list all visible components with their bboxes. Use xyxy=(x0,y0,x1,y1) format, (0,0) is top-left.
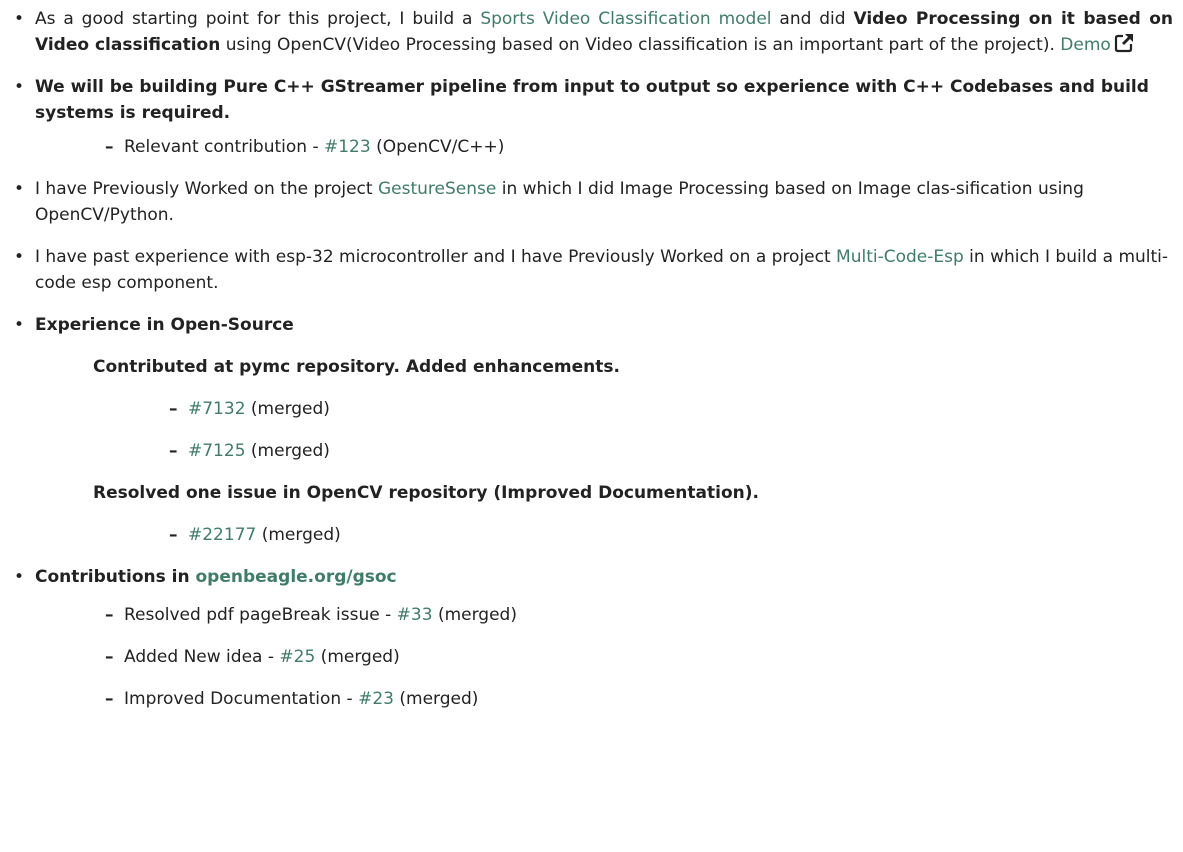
text: (merged) xyxy=(256,525,341,545)
text: (OpenCV/C++) xyxy=(370,137,505,157)
pr-33-link[interactable]: #33 xyxy=(397,605,433,625)
gesturesense-link[interactable]: GestureSense xyxy=(378,179,496,199)
pr-7132-link[interactable]: #7132 xyxy=(188,399,246,419)
pr-123-link[interactable]: #123 xyxy=(324,137,371,157)
text: and did xyxy=(771,9,854,29)
dash: – xyxy=(169,399,178,419)
text: (merged) xyxy=(393,689,479,709)
bullet: • xyxy=(14,9,25,29)
external-link-icon[interactable] xyxy=(1114,33,1134,53)
pr-7125-link[interactable]: #7125 xyxy=(188,441,246,461)
sub-heading: Contributed at pymc repository. Added en… xyxy=(93,357,620,377)
pr-23-link[interactable]: #23 xyxy=(358,689,394,709)
sub-list-item: – Resolved pdf pageBreak issue - #33 (me… xyxy=(105,602,1173,628)
dash: – xyxy=(105,137,114,157)
list-item: • I have past experience with esp-32 mic… xyxy=(14,244,1173,296)
pr-22177-link[interactable]: #22177 xyxy=(188,525,256,545)
sub-list-item: – Relevant contribution - #123 (OpenCV/C… xyxy=(105,134,1173,160)
document-page: • As a good starting point for this proj… xyxy=(0,0,1183,712)
list-item: • Contributions in openbeagle.org/gsoc xyxy=(14,564,1173,590)
sub-list-item: – Improved Documentation - #23 (merged) xyxy=(105,686,1173,712)
section-heading: Contributions in xyxy=(35,567,196,587)
text: (merged) xyxy=(245,441,330,461)
text: I have Previously Worked on the project xyxy=(35,179,378,199)
multi-code-esp-link[interactable]: Multi-Code-Esp xyxy=(836,247,964,267)
text: (merged) xyxy=(315,647,400,667)
section-heading: Experience in Open-Source xyxy=(35,315,294,335)
text: Added New idea - xyxy=(124,647,280,667)
list-item: • I have Previously Worked on the projec… xyxy=(14,176,1173,228)
dash: – xyxy=(105,689,114,709)
sub-list-item: – #7125 (merged) xyxy=(169,438,1173,464)
text: (merged) xyxy=(245,399,330,419)
bold-text: We will be building Pure C++ GStreamer p… xyxy=(35,77,1149,123)
dash: – xyxy=(105,647,114,667)
dash: – xyxy=(105,605,114,625)
bullet: • xyxy=(14,77,25,97)
bullet: • xyxy=(14,247,25,267)
sub-list-item: – #7132 (merged) xyxy=(169,396,1173,422)
sub-list-item: – Added New idea - #25 (merged) xyxy=(105,644,1173,670)
text: Improved Documentation - xyxy=(124,689,359,709)
openbeagle-gsoc-link[interactable]: openbeagle.org/gsoc xyxy=(196,567,397,587)
list-item: • Experience in Open-Source xyxy=(14,312,1173,338)
bullet: • xyxy=(14,179,25,199)
text: Relevant contribution - xyxy=(124,137,324,157)
sub-list-item: – #22177 (merged) xyxy=(169,522,1173,548)
text: As a good starting point for this projec… xyxy=(35,9,481,29)
demo-link[interactable]: Demo xyxy=(1060,35,1111,55)
bullet: • xyxy=(14,315,25,335)
text: (merged) xyxy=(432,605,517,625)
bullet: • xyxy=(14,567,25,587)
pr-25-link[interactable]: #25 xyxy=(279,647,315,667)
list-item: • We will be building Pure C++ GStreamer… xyxy=(14,74,1173,126)
dash: – xyxy=(169,525,178,545)
text: I have past experience with esp-32 micro… xyxy=(35,247,837,267)
text: using OpenCV(Video Processing based on V… xyxy=(220,35,1061,55)
dash: – xyxy=(169,441,178,461)
sub-heading: Resolved one issue in OpenCV repository … xyxy=(93,483,759,503)
sports-video-classification-link[interactable]: Sports Video Classification model xyxy=(480,9,771,29)
text: Resolved pdf pageBreak issue - xyxy=(124,605,397,625)
list-item: • As a good starting point for this proj… xyxy=(14,6,1173,58)
